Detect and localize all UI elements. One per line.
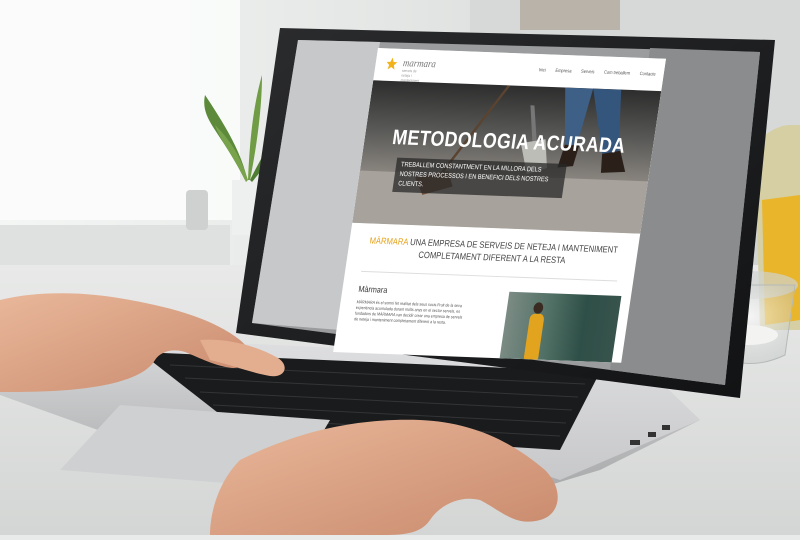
worker-photo [499,291,622,363]
tagline-brand: MÀRMARA [368,235,409,248]
star-icon [386,57,398,70]
divider [361,270,618,282]
tagline-text: UNA EMPRESA DE SERVEIS DE NETEJA I MANTE… [407,237,619,267]
website: marmara serveis de neteja i manteniment … [333,48,666,363]
nav-item-contacte[interactable]: Contacte [639,71,656,77]
nav-item-serveis[interactable]: Serveis [581,69,595,75]
section-title: Màrmara [357,284,389,295]
hero-description: TREBALLEM CONSTANTMENT EN LA MILLORA DEL… [392,157,567,199]
worker-head [532,302,544,314]
hero-banner: METODOLOGIA ACURADA TREBALLEM CONSTANTME… [352,80,662,234]
main-nav: Inici Empresa Serveis Com treballem Cont… [538,67,656,77]
nav-item-inici[interactable]: Inici [538,67,546,73]
nav-item-empresa[interactable]: Empresa [555,68,572,74]
section-paragraph: MÀRMARA és el somni fet realitat dels se… [353,299,463,325]
nav-item-com-treballem[interactable]: Com treballem [604,70,631,77]
tagline: MÀRMARA UNA EMPRESA DE SERVEIS DE NETEJA… [363,235,623,269]
site-logo[interactable]: marmara serveis de neteja i manteniment [384,56,437,83]
worker-body [523,313,545,360]
